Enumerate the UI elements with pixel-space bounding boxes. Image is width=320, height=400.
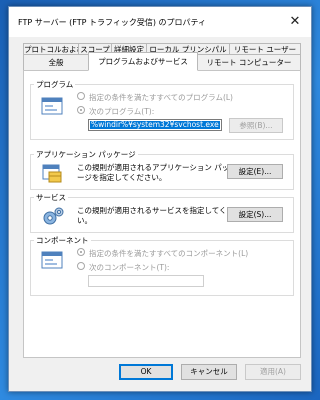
this-program-radio[interactable] bbox=[77, 106, 85, 114]
tab-panel: プログラム 指定の条件を満たすすべてのプログラム(L) 次のプログラム(T): … bbox=[23, 70, 301, 358]
browse-button[interactable]: 参照(B)... bbox=[229, 118, 283, 133]
application-package-group: アプリケーション パッケージ この規則が適用されるアプリケーション パッケ ージ… bbox=[30, 149, 294, 190]
program-window-icon bbox=[41, 97, 63, 115]
apply-button[interactable]: 適用(A) bbox=[245, 364, 301, 380]
services-settings-button[interactable]: 設定(S)... bbox=[227, 207, 283, 222]
services-desc-line1: この規則が適用されるサービスを指定してくださ bbox=[77, 206, 242, 215]
services-gear-icon bbox=[43, 207, 64, 225]
package-settings-button[interactable]: 設定(E)... bbox=[227, 164, 283, 179]
program-path-field[interactable]: %windir%¥system32¥svchost.exe bbox=[88, 119, 222, 131]
properties-dialog: FTP サーバー (FTP トラフィック受信) のプロパティ ✕ プロトコルおよ… bbox=[8, 6, 312, 392]
this-component-radio[interactable] bbox=[77, 262, 85, 270]
this-component-label: 次のコンポーネント(T): bbox=[89, 263, 170, 272]
services-group-label: サービス bbox=[34, 192, 68, 203]
component-field[interactable] bbox=[88, 275, 204, 287]
cancel-button[interactable]: キャンセル bbox=[181, 364, 237, 380]
ok-button[interactable]: OK bbox=[119, 364, 173, 380]
all-programs-radio[interactable] bbox=[77, 92, 85, 100]
all-programs-label: 指定の条件を満たすすべてのプログラム(L) bbox=[89, 93, 233, 102]
package-desc-line2: ージを指定してください。 bbox=[77, 173, 167, 182]
component-window-icon bbox=[41, 251, 63, 269]
close-button[interactable]: ✕ bbox=[285, 12, 305, 32]
tab-programs-services[interactable]: プログラムおよびサービス bbox=[88, 52, 198, 71]
tab-general[interactable]: 全般 bbox=[23, 54, 89, 71]
this-program-label: 次のプログラム(T): bbox=[89, 107, 155, 116]
components-group-label: コンポーネント bbox=[34, 235, 91, 246]
components-group: コンポーネント 指定の条件を満たすすべてのコンポーネント(L) 次のコンポーネン… bbox=[30, 235, 294, 296]
all-components-label: 指定の条件を満たすすべてのコンポーネント(L) bbox=[89, 249, 249, 258]
all-components-radio[interactable] bbox=[77, 248, 85, 256]
program-group: プログラム 指定の条件を満たすすべてのプログラム(L) 次のプログラム(T): … bbox=[30, 79, 294, 140]
program-group-label: プログラム bbox=[34, 79, 76, 90]
application-package-icon bbox=[42, 164, 62, 183]
tab-remote-computers[interactable]: リモート コンピューター bbox=[197, 54, 301, 71]
title-bar: FTP サーバー (FTP トラフィック受信) のプロパティ ✕ bbox=[9, 7, 311, 37]
application-package-label: アプリケーション パッケージ bbox=[34, 149, 138, 160]
services-group: サービス この規則が適用されるサービスを指定してくださ い。 設定(S)... bbox=[30, 192, 294, 233]
window-title: FTP サーバー (FTP トラフィック受信) のプロパティ bbox=[18, 18, 207, 27]
program-path-value: %windir%¥system32¥svchost.exe bbox=[90, 120, 220, 129]
services-desc-line2: い。 bbox=[77, 216, 92, 225]
